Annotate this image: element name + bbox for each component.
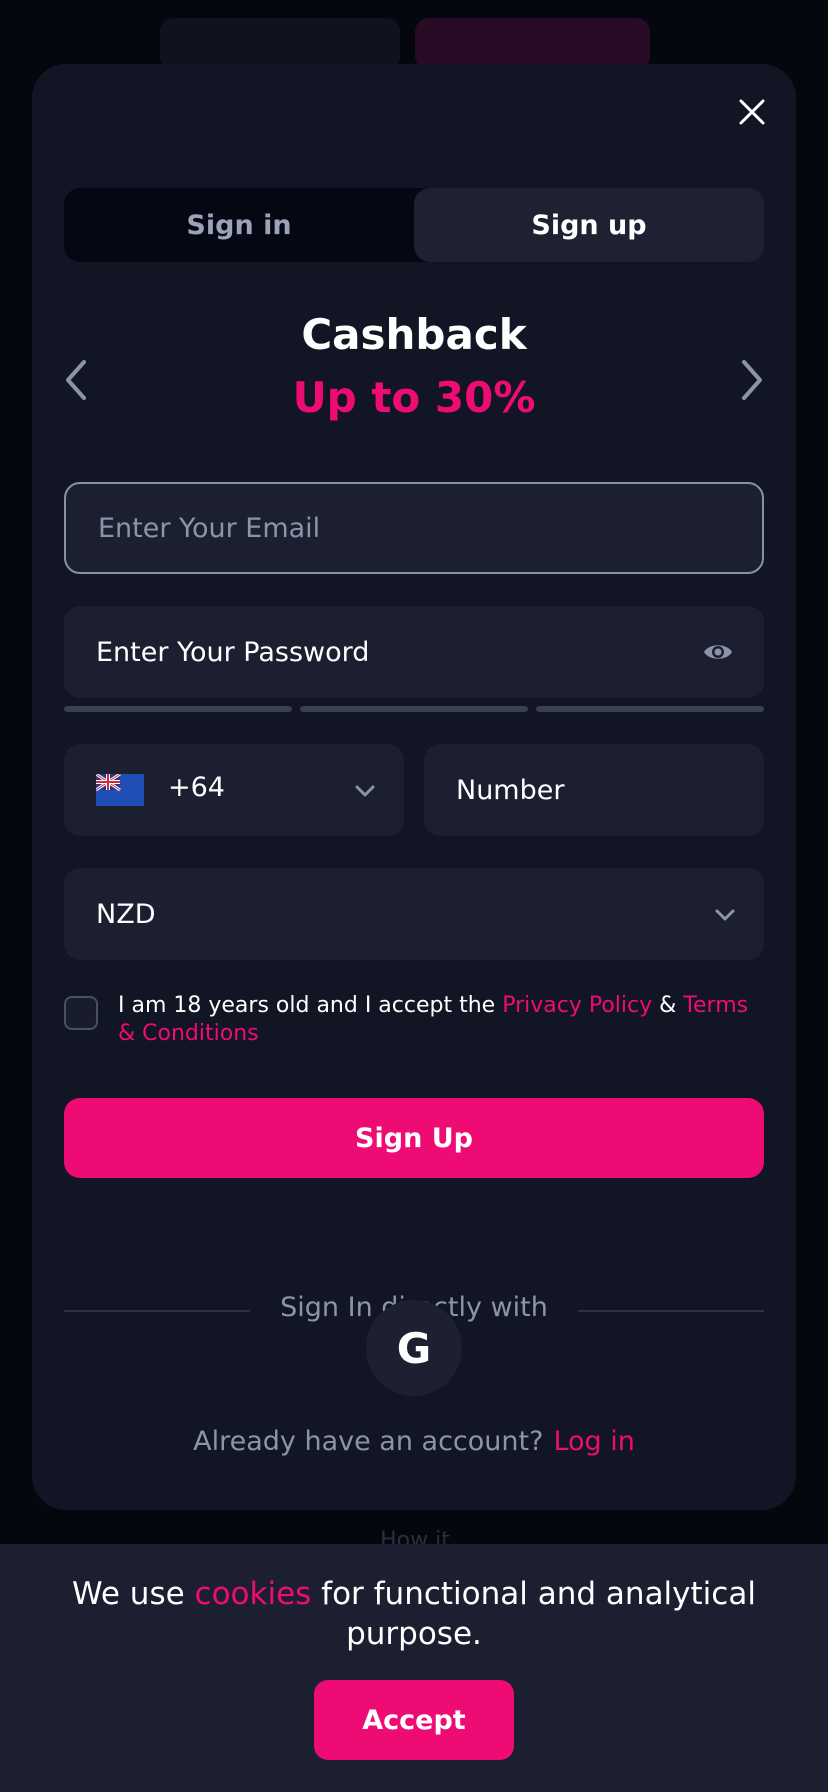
cookie-banner: We use cookies for functional and analyt… bbox=[0, 1544, 828, 1792]
password-input[interactable] bbox=[96, 636, 764, 668]
close-icon bbox=[739, 99, 765, 125]
log-in-link[interactable]: Log in bbox=[553, 1426, 634, 1457]
cookie-message: We use cookies for functional and analyt… bbox=[40, 1574, 788, 1654]
email-field-wrapper bbox=[64, 482, 764, 574]
password-field-wrapper bbox=[64, 606, 764, 698]
login-prompt: Already have an account? Log in bbox=[32, 1426, 796, 1457]
phone-code-value: +64 bbox=[168, 772, 225, 803]
chevron-down-icon bbox=[355, 785, 375, 797]
phone-number-field-wrapper bbox=[424, 744, 764, 836]
privacy-policy-link[interactable]: Privacy Policy bbox=[502, 993, 652, 1018]
chevron-down-icon bbox=[715, 909, 735, 921]
password-strength-meter bbox=[64, 706, 764, 712]
phone-code-select[interactable]: +64 bbox=[64, 744, 404, 836]
background-header-element bbox=[160, 18, 400, 70]
currency-value: NZD bbox=[96, 898, 156, 930]
strength-segment bbox=[300, 706, 528, 712]
cookie-prefix: We use bbox=[72, 1576, 195, 1612]
tab-sign-in[interactable]: Sign in bbox=[64, 188, 414, 262]
already-account-text: Already have an account? bbox=[193, 1426, 544, 1457]
google-icon: G bbox=[396, 1323, 432, 1373]
promo-carousel: Cashback Up to 30% bbox=[64, 310, 764, 440]
carousel-next-button[interactable] bbox=[732, 350, 772, 410]
tab-sign-up[interactable]: Sign up bbox=[414, 188, 764, 262]
sign-up-button[interactable]: Sign Up bbox=[64, 1098, 764, 1178]
cookie-suffix: for functional and analytical purpose. bbox=[311, 1576, 756, 1652]
consent-prefix: I am 18 years old and I accept the bbox=[118, 993, 503, 1018]
auth-modal: Sign in Sign up Cashback Up to 30% Enter… bbox=[32, 64, 796, 1510]
promo-title: Cashback bbox=[301, 310, 527, 359]
new-zealand-flag-icon bbox=[96, 774, 144, 806]
consent-row: I am 18 years old and I accept the Priva… bbox=[64, 992, 764, 1052]
promo-subtitle: Up to 30% bbox=[292, 373, 536, 422]
strength-segment bbox=[536, 706, 764, 712]
consent-text: I am 18 years old and I accept the Priva… bbox=[118, 992, 764, 1048]
google-sign-in-button[interactable]: G bbox=[366, 1300, 462, 1396]
phone-number-input[interactable] bbox=[456, 774, 764, 806]
chevron-right-icon bbox=[742, 360, 762, 400]
eye-icon[interactable] bbox=[702, 636, 734, 668]
accept-cookies-button[interactable]: Accept bbox=[314, 1680, 514, 1760]
divider-line bbox=[578, 1310, 764, 1312]
consent-joiner: & bbox=[652, 993, 684, 1018]
currency-select[interactable]: NZD bbox=[64, 868, 764, 960]
close-button[interactable] bbox=[724, 84, 780, 140]
email-input[interactable] bbox=[98, 512, 762, 544]
auth-tabs: Sign in Sign up bbox=[64, 188, 764, 262]
background-header-button bbox=[415, 18, 650, 70]
age-consent-checkbox[interactable] bbox=[64, 996, 98, 1030]
strength-segment bbox=[64, 706, 292, 712]
cookies-link[interactable]: cookies bbox=[195, 1576, 312, 1612]
